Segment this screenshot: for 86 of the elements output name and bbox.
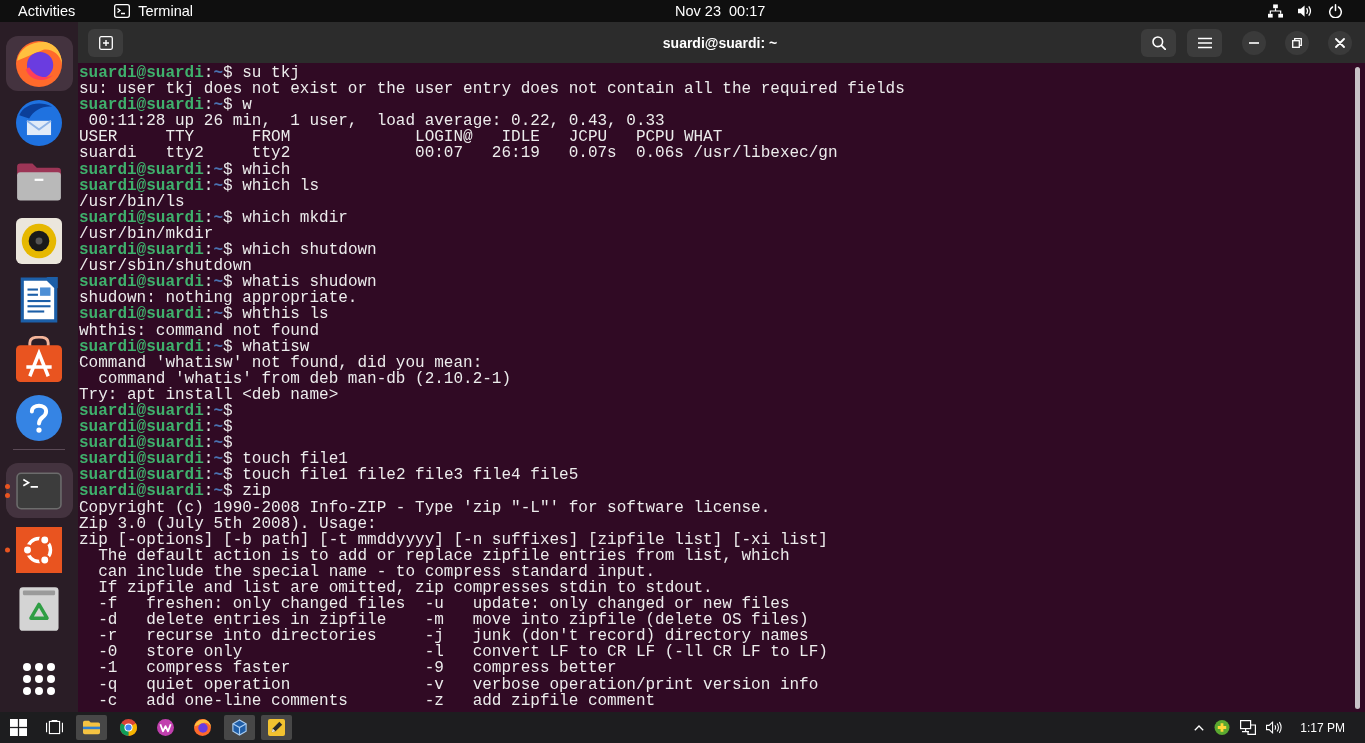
output-line: -q quiet operation -v verbose operation/print version info — [97, 676, 819, 693]
prompt-line: suardi@suardi:~$ — [79, 435, 233, 452]
new-tab-button[interactable] — [88, 28, 123, 57]
ring-logo-icon[interactable] — [120, 719, 137, 736]
output-line: /usr/sbin/shutdown — [79, 258, 252, 275]
app-menu[interactable]: Terminal — [114, 2, 193, 20]
prompt-line: suardi@suardi:~$ which ls — [79, 177, 320, 194]
prompt-line: suardi@suardi:~$ — [79, 402, 233, 420]
fox-globe-icon[interactable] — [194, 719, 211, 736]
chevron-up-icon[interactable] — [1194, 724, 1205, 731]
prompt-line: suardi@suardi:~$ — [79, 419, 233, 436]
prompt-line: suardi@suardi:~$ w — [79, 97, 252, 114]
output-line: command 'whatis' from deb man-db (2.10.2-1) — [97, 370, 512, 387]
terminal-pane[interactable] — [78, 63, 1365, 712]
help-icon[interactable] — [16, 394, 62, 441]
search-icon — [1151, 35, 1166, 50]
restore-icon — [1292, 37, 1302, 48]
prompt-line: suardi@suardi:~$ whthis ls — [79, 306, 329, 323]
output-line: -0 store only -l convert LF to CR LF (-ll CR LF to LF) — [97, 644, 828, 661]
monitor-network-icon[interactable] — [1240, 720, 1257, 735]
plus-circle-icon[interactable] — [1214, 720, 1231, 735]
output-line: Try: apt install <deb name> — [79, 386, 339, 403]
speaker-icon[interactable] — [16, 217, 62, 264]
restore-button[interactable] — [1285, 30, 1309, 55]
output-line: su: user tkj does not exist or the user entry does not contain all the required fields — [79, 81, 905, 98]
prompt-line: suardi@suardi:~$ su tkj — [79, 65, 300, 82]
bird-envelope-icon[interactable] — [16, 99, 62, 146]
shopping-bag-icon[interactable] — [16, 335, 62, 382]
taskbar-clock[interactable]: 1:17 PM — [1300, 720, 1345, 735]
prompt-line: suardi@suardi:~$ touch file1 file2 file3 file4 file5 — [79, 467, 579, 484]
cube-icon[interactable] — [231, 719, 248, 736]
output-line: zip [-options] [-b path] [-t mmddyyyy] [-n suffixes] [zipfile list] [-xi list] — [79, 531, 828, 548]
trash-icon[interactable] — [16, 585, 62, 632]
power-icon[interactable] — [1328, 4, 1343, 18]
taskbar-button[interactable] — [76, 715, 107, 740]
output-line: 00:11:28 up 26 min, 1 user, load average: 0.22, 0.43, 0.33 — [88, 113, 665, 130]
prompt-line: suardi@suardi:~$ whatisw — [79, 338, 310, 355]
taskbar-button[interactable] — [261, 715, 292, 740]
ring-of-dots-icon[interactable] — [16, 526, 62, 573]
output-line: can include the special name - to compress standard input. — [97, 563, 656, 580]
app-grid-icon[interactable] — [23, 662, 55, 695]
output-line: If zipfile and list are omitted, zip compresses stdin to stdout. — [97, 580, 713, 597]
output-line: -1 compress faster -9 compress better — [97, 660, 617, 677]
output-line: -f freshen: only changed files -u update: only changed or new files — [97, 596, 790, 613]
terminal-icon — [114, 4, 131, 18]
output-line: /usr/bin/mkdir — [79, 225, 214, 243]
prompt-line: suardi@suardi:~$ which — [79, 161, 291, 178]
task-view-icon[interactable] — [46, 719, 63, 736]
output-line: -d delete entries in zipfile -m move into zipfile (delete OS files) — [97, 612, 809, 629]
output-line: -c add one-line comments -z add zipfile comment — [97, 692, 656, 709]
close-button[interactable] — [1328, 30, 1352, 55]
search-button[interactable] — [1141, 28, 1176, 57]
w-logo-icon[interactable] — [157, 719, 174, 736]
minimize-button[interactable] — [1242, 30, 1266, 55]
output-line: -r recurse into directories -j junk (don't record) directory names — [97, 628, 809, 645]
pencil-icon[interactable] — [268, 719, 285, 736]
volume-icon[interactable] — [1266, 720, 1283, 735]
four-panes-icon[interactable] — [9, 719, 27, 736]
menu-icon — [1197, 35, 1212, 50]
prompt-line: suardi@suardi:~$ which shutdown — [79, 242, 377, 259]
prompt-line: suardi@suardi:~$ whatis shudown — [79, 274, 377, 291]
volume-icon[interactable] — [1298, 4, 1313, 18]
fox-globe-icon[interactable] — [16, 40, 62, 87]
dock-button[interactable] — [5, 36, 73, 91]
output-line: /usr/bin/ls — [79, 193, 185, 210]
close-icon — [1335, 37, 1345, 48]
output-line: whthis: command not found — [79, 322, 320, 339]
output-line: shudown: nothing appropriate. — [79, 290, 358, 307]
scrollbar-thumb[interactable] — [1355, 67, 1360, 709]
output-line: Command 'whatisw' not found, did you mean: — [79, 354, 483, 371]
prompt-line: suardi@suardi:~$ zip — [79, 483, 272, 500]
output-line: Copyright (c) 1990-2008 Info-ZIP - Type 'zip "-L"' for software license. — [79, 499, 771, 516]
prompt-line: suardi@suardi:~$ which mkdir — [79, 209, 348, 226]
clock[interactable]: Nov 23 00:17 — [675, 2, 766, 20]
taskbar-button[interactable] — [224, 715, 255, 740]
activities-menu[interactable]: Activities — [18, 2, 76, 20]
output-line: USER TTY FROM LOGIN@ IDLE JCPU PCPU WHAT — [79, 129, 723, 146]
output-line: Zip 3.0 (July 5th 2008). Usage: — [79, 515, 377, 532]
new-tab-icon — [98, 35, 113, 50]
prompt-line: suardi@suardi:~$ touch file1 — [79, 451, 348, 468]
folder-icon[interactable] — [83, 719, 100, 736]
output-line: The default action is to add or replace zipfile entries from list, which — [98, 547, 790, 564]
window-title: suardi@suardi: ~ — [662, 34, 778, 51]
network-icon[interactable] — [1268, 4, 1283, 18]
menu-button[interactable] — [1187, 28, 1222, 57]
output-line: suardi tty2 tty2 00:07 26:19 0.07s 0.06s /usr/libexec/gn — [79, 145, 838, 162]
